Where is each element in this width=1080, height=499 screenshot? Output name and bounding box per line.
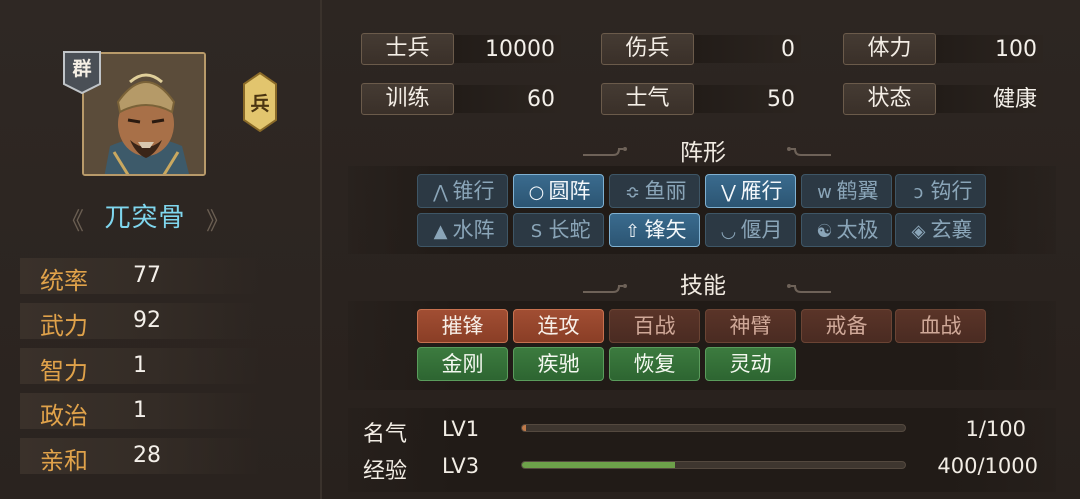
formation-chip[interactable]: ↄ 钩行: [895, 174, 986, 208]
skill-chip[interactable]: 百战: [609, 309, 700, 343]
hero-stats-list: 统率 77 武力 92 智力 1 政治 1 亲和 28: [20, 258, 260, 483]
info-label: 士兵: [361, 33, 454, 65]
skill-chip[interactable]: 疾驰: [513, 347, 604, 381]
formation-chip[interactable]: ◈ 玄襄: [895, 213, 986, 247]
fame-progress-fill: [522, 425, 526, 431]
unit-type-badge: 兵: [243, 72, 277, 132]
formation-chip[interactable]: ▲ 水阵: [417, 213, 508, 247]
section-deco-left-icon: [583, 145, 629, 159]
formation-taiji-icon: ☯: [816, 221, 833, 242]
skill-chip[interactable]: 血战: [895, 309, 986, 343]
formation-chip[interactable]: ☯ 太极: [801, 213, 892, 247]
formation-crescent-icon: ◡: [720, 221, 737, 242]
stat-row-command: 统率 77: [20, 258, 260, 295]
info-value: 10000: [485, 37, 555, 62]
stat-row-charisma: 亲和 28: [20, 438, 260, 475]
info-soldiers: 10000 士兵: [361, 33, 561, 65]
formation-chip[interactable]: ◡ 偃月: [705, 213, 796, 247]
stat-label: 统率: [40, 267, 88, 295]
formation-chip[interactable]: ⋁ 雁行: [705, 174, 796, 208]
fame-progress-bar: [521, 424, 906, 432]
info-label: 士气: [601, 83, 694, 115]
hero-name-row: 《 兀突骨 》: [60, 195, 230, 235]
formation-chip[interactable]: ○ 圆阵: [513, 174, 604, 208]
info-value: 100: [995, 37, 1037, 62]
hero-name: 兀突骨: [104, 203, 186, 233]
formation-vee-icon: ⋁: [721, 182, 736, 203]
info-label: 训练: [361, 83, 454, 115]
section-deco-right-icon: [785, 145, 831, 159]
fame-value: 1/100: [965, 417, 1026, 441]
faction-label: 群: [72, 58, 92, 80]
info-status: 健康 状态: [843, 83, 1043, 115]
formation-title: 阵形: [680, 140, 726, 166]
formation-water-icon: ▲: [433, 221, 448, 242]
info-morale: 50 士气: [601, 83, 801, 115]
stat-row-politics: 政治 1: [20, 393, 260, 430]
formation-circle-icon: ○: [528, 182, 545, 203]
exp-progress-bar: [521, 461, 906, 469]
unit-type-label: 兵: [250, 93, 270, 115]
skill-chip[interactable]: 戒备: [801, 309, 892, 343]
hero-profile-panel: 群 兵 《 兀突骨 》 统率 77 武力 92 智力 1 政治 1 亲和 28: [0, 0, 322, 499]
fame-level: LV1: [442, 417, 480, 441]
section-deco-left-icon: [583, 282, 629, 296]
fame-label: 名气: [363, 422, 408, 447]
info-wounded: 0 伤兵: [601, 33, 801, 65]
formation-hook-icon: ↄ: [913, 182, 924, 203]
stat-row-force: 武力 92: [20, 303, 260, 340]
formation-chip[interactable]: S 长蛇: [513, 213, 604, 247]
skill-chip[interactable]: 摧锋: [417, 309, 508, 343]
stat-value: 1: [133, 353, 147, 378]
skill-chip[interactable]: 连攻: [513, 309, 604, 343]
formation-arrow-icon: ⋀: [433, 182, 448, 203]
stat-value: 1: [133, 398, 147, 423]
formation-chip[interactable]: ᴡ 鹤翼: [801, 174, 892, 208]
info-value: 50: [767, 87, 795, 112]
name-deco-right-icon: 》: [206, 207, 230, 235]
formation-fish-icon: ≎: [624, 182, 641, 203]
info-stamina: 100 体力: [843, 33, 1043, 65]
exp-label: 经验: [363, 459, 408, 484]
skill-chip[interactable]: 金刚: [417, 347, 508, 381]
info-label: 伤兵: [601, 33, 694, 65]
stat-value: 92: [133, 308, 161, 333]
info-value: 0: [781, 37, 795, 62]
info-value: 健康: [992, 87, 1037, 112]
formation-chip[interactable]: ⋀ 锥行: [417, 174, 508, 208]
skill-chip[interactable]: 灵动: [705, 347, 796, 381]
stat-value: 77: [133, 263, 161, 288]
skill-chip[interactable]: 神臂: [705, 309, 796, 343]
stat-row-intellect: 智力 1: [20, 348, 260, 385]
formation-snake-icon: S: [530, 221, 543, 242]
stat-label: 武力: [40, 312, 88, 340]
formation-arrowhead-icon: ⇧: [624, 221, 641, 242]
faction-badge: 群: [62, 50, 102, 94]
skill-chip[interactable]: 恢复: [609, 347, 700, 381]
exp-progress-fill: [522, 462, 676, 468]
exp-value: 400/1000: [937, 454, 1038, 478]
stat-label: 政治: [40, 402, 88, 430]
hero-portrait-art: [84, 54, 204, 174]
formation-chip[interactable]: ≎ 鱼丽: [609, 174, 700, 208]
formation-wing-icon: ᴡ: [817, 182, 832, 203]
info-label: 体力: [843, 33, 936, 65]
info-training: 60 训练: [361, 83, 561, 115]
stat-value: 28: [133, 443, 161, 468]
stat-label: 智力: [40, 357, 88, 385]
section-deco-right-icon: [785, 282, 831, 296]
hero-detail-screen: 群 兵 《 兀突骨 》 统率 77 武力 92 智力 1 政治 1 亲和 28 …: [0, 0, 1080, 499]
skills-title: 技能: [680, 273, 726, 299]
info-label: 状态: [843, 83, 936, 115]
formation-chip[interactable]: ⇧ 锋矢: [609, 213, 700, 247]
stat-label: 亲和: [40, 447, 88, 475]
info-value: 60: [527, 87, 555, 112]
exp-level: LV3: [442, 454, 480, 478]
formation-diamond-icon: ◈: [911, 221, 926, 242]
